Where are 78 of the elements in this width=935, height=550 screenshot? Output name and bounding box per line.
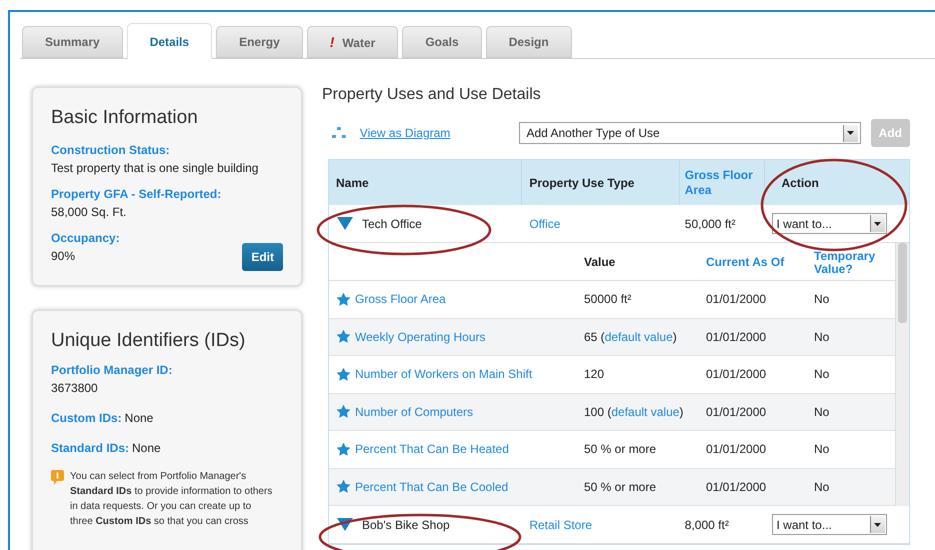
action-select[interactable]: I want to...	[772, 213, 886, 234]
star-icon	[336, 442, 351, 457]
default-value-link[interactable]: default value	[611, 404, 680, 419]
detail-name-link[interactable]: Percent That Can Be Cooled	[355, 478, 508, 496]
tab[interactable]: Details	[126, 23, 212, 59]
floor-area: 8,000 ft²	[680, 516, 764, 534]
detail-date: 01/01/2000	[706, 366, 768, 384]
tab[interactable]: ! Water	[306, 26, 398, 58]
expanded-triangle-icon[interactable]	[337, 216, 353, 230]
field-label: Property GFA - Self-Reported:	[51, 186, 222, 202]
info-icon	[51, 470, 64, 485]
tab[interactable]: Summary	[22, 26, 123, 58]
field-label: Construction Status:	[51, 142, 170, 158]
default-value-link[interactable]: default value	[604, 330, 673, 344]
star-icon	[336, 366, 351, 382]
detail-temporary: No	[814, 291, 830, 308]
field-value: 3673800	[51, 380, 99, 397]
detail-name-link[interactable]: Number of Computers	[355, 402, 474, 421]
star-icon	[336, 329, 351, 344]
star-icon	[336, 404, 351, 420]
action-select[interactable]: I want to...	[772, 514, 886, 535]
card-title: Unique Identifiers (IDs)	[51, 328, 246, 352]
detail-temporary: No	[814, 441, 830, 458]
section-title: Property Uses and Use Details	[322, 85, 542, 105]
detail-date: 01/01/2000	[706, 404, 768, 421]
card-title: Basic Information	[51, 106, 199, 130]
detail-temporary: No	[814, 328, 830, 346]
detail-value: 100 (default value)	[583, 404, 684, 421]
view-diagram-link[interactable]: View as Diagram	[360, 124, 520, 142]
field-value: None	[124, 410, 154, 427]
detail-temporary: No	[814, 478, 830, 496]
expanded-triangle-icon[interactable]	[337, 518, 353, 532]
detail-date: 01/01/2000	[706, 441, 768, 458]
caret-icon	[842, 124, 858, 142]
use-type-link[interactable]: Office	[522, 214, 680, 232]
detail-value: 50 % or more	[583, 478, 658, 496]
field-label: Occupancy:	[51, 230, 120, 246]
field-value: Test property that is one single building	[51, 160, 258, 176]
diagram-icon	[332, 127, 346, 139]
scrollbar[interactable]	[895, 243, 909, 506]
detail-column-header: Value	[583, 254, 616, 270]
tab[interactable]: Design	[486, 26, 572, 58]
caret-icon	[870, 215, 884, 232]
detail-column-header: Temporary Value?	[814, 250, 876, 276]
caret-icon	[870, 516, 884, 533]
detail-column-header: Current As Of	[706, 254, 786, 270]
star-icon	[336, 479, 351, 494]
info-text: You can select from Portfolio Manager's Standard IDs to provide information to others in data requests. Or you can create up to three Custom IDs so that you can cross	[70, 470, 272, 529]
detail-date: 01/01/2000	[706, 291, 768, 308]
detail-value: 50000 ft²	[583, 291, 632, 308]
detail-name-link[interactable]: Number of Workers on Main Shift	[355, 365, 532, 384]
detail-name-link[interactable]: Weekly Operating Hours	[355, 328, 486, 346]
use-type-link[interactable]: Retail Store	[522, 516, 680, 534]
tab[interactable]: Goals	[402, 26, 482, 58]
detail-date: 01/01/2000	[706, 328, 768, 346]
floor-area: 50,000 ft²	[680, 214, 764, 232]
tab[interactable]: Energy	[216, 26, 303, 58]
field-label: Standard IDs:	[51, 440, 130, 457]
field-label: Custom IDs:	[51, 410, 122, 427]
detail-date: 01/01/2000	[706, 478, 768, 496]
field-label: Portfolio Manager ID:	[51, 362, 172, 379]
use-name: Tech Office	[362, 216, 422, 232]
detail-name-link[interactable]: Percent That Can Be Heated	[355, 440, 509, 458]
alert-icon: !	[330, 34, 334, 50]
detail-name-link[interactable]: Gross Floor Area	[355, 290, 446, 308]
detail-temporary: No	[814, 404, 830, 421]
use-name: Bob's Bike Shop	[362, 516, 450, 534]
detail-temporary: No	[814, 366, 830, 384]
detail-value: 65 (default value)	[583, 328, 678, 346]
field-value: 90%	[51, 248, 76, 264]
star-icon	[336, 292, 351, 307]
add-use-select[interactable]: Add Another Type of Use	[519, 122, 861, 144]
field-value: None	[132, 440, 161, 457]
detail-value: 50 % or more	[583, 441, 658, 458]
edit-button[interactable]: Edit	[242, 242, 283, 270]
field-value: 58,000 Sq. Ft.	[51, 204, 126, 220]
column-header: Gross Floor Area	[684, 166, 754, 198]
detail-value: 120	[583, 366, 606, 384]
